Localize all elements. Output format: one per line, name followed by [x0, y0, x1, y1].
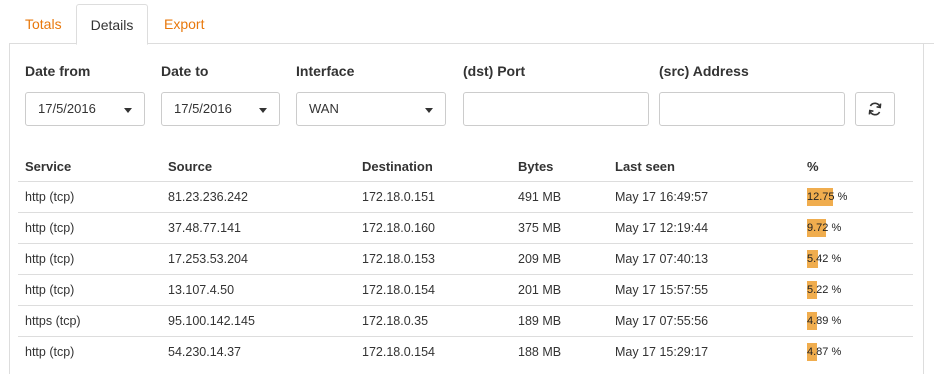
cell-bytes: 375 MB	[518, 221, 562, 235]
percent-value: 12.75	[807, 191, 835, 203]
table-row: http (tcp) 37.48.77.141 172.18.0.160 375…	[18, 213, 913, 244]
date-to-select[interactable]: 17/5/2016	[161, 92, 280, 126]
col-service[interactable]: Service	[25, 159, 71, 174]
percent-suffix: %	[831, 222, 842, 234]
src-address-label: (src) Address	[659, 63, 749, 79]
tab-totals[interactable]: Totals	[25, 4, 62, 45]
date-to-label: Date to	[161, 63, 209, 79]
cell-percent: 12.75 %	[807, 188, 847, 206]
cell-percent: 4.89 %	[807, 312, 841, 330]
col-percent[interactable]: %	[807, 159, 819, 174]
cell-service: http (tcp)	[25, 283, 75, 297]
interface-value: WAN	[309, 101, 339, 116]
tab-bar: Totals Details Export	[9, 0, 934, 45]
col-destination[interactable]: Destination	[362, 159, 433, 174]
cell-percent: 5.42 %	[807, 250, 841, 268]
refresh-button[interactable]	[855, 92, 895, 126]
cell-source: 37.48.77.141	[168, 221, 241, 235]
cell-last-seen: May 17 07:40:13	[615, 252, 709, 266]
interface-label: Interface	[296, 63, 355, 79]
percent-suffix: %	[831, 253, 842, 265]
cell-service: http (tcp)	[25, 252, 75, 266]
percent-value: 5.42	[807, 253, 829, 265]
src-address-input[interactable]	[659, 92, 845, 126]
percent-suffix: %	[831, 315, 842, 327]
cell-percent: 9.72 %	[807, 219, 841, 237]
percent-value: 9.72	[807, 222, 829, 234]
tab-details[interactable]: Details	[76, 4, 148, 45]
percent-value: 4.89	[807, 315, 829, 327]
percent-suffix: %	[831, 346, 842, 358]
cell-bytes: 189 MB	[518, 314, 562, 328]
cell-bytes: 209 MB	[518, 252, 562, 266]
col-last-seen[interactable]: Last seen	[615, 159, 675, 174]
dst-port-input[interactable]	[463, 92, 649, 126]
cell-bytes: 201 MB	[518, 283, 562, 297]
table-row: https (tcp) 95.100.142.145 172.18.0.35 1…	[18, 306, 913, 337]
refresh-icon	[868, 102, 882, 116]
cell-last-seen: May 17 15:29:17	[615, 345, 709, 359]
date-from-label: Date from	[25, 63, 91, 79]
table-row: http (tcp) 54.230.14.37 172.18.0.154 188…	[18, 337, 913, 368]
dst-port-label: (dst) Port	[463, 63, 526, 79]
cell-destination: 172.18.0.154	[362, 283, 435, 297]
date-from-select[interactable]: 17/5/2016	[25, 92, 145, 126]
cell-service: http (tcp)	[25, 190, 75, 204]
cell-last-seen: May 17 12:19:44	[615, 221, 709, 235]
cell-service: https (tcp)	[25, 314, 81, 328]
table-row: http (tcp) 81.23.236.242 172.18.0.151 49…	[18, 182, 913, 213]
table-header: Service Source Destination Bytes Last se…	[18, 150, 913, 182]
cell-destination: 172.18.0.151	[362, 190, 435, 204]
date-to-value: 17/5/2016	[174, 101, 232, 116]
cell-service: http (tcp)	[25, 345, 75, 359]
col-bytes[interactable]: Bytes	[518, 159, 553, 174]
cell-source: 54.230.14.37	[168, 345, 241, 359]
chevron-down-icon	[425, 108, 433, 113]
percent-value: 5.22	[807, 284, 829, 296]
chevron-down-icon	[259, 108, 267, 113]
cell-last-seen: May 17 15:57:55	[615, 283, 709, 297]
cell-last-seen: May 17 16:49:57	[615, 190, 709, 204]
cell-source: 95.100.142.145	[168, 314, 255, 328]
cell-source: 17.253.53.204	[168, 252, 248, 266]
chevron-down-icon	[124, 108, 132, 113]
cell-source: 13.107.4.50	[168, 283, 235, 297]
cell-percent: 5.22 %	[807, 281, 841, 299]
cell-destination: 172.18.0.35	[362, 314, 429, 328]
percent-suffix: %	[837, 191, 848, 203]
cell-bytes: 491 MB	[518, 190, 562, 204]
date-from-value: 17/5/2016	[38, 101, 96, 116]
table-row: http (tcp) 17.253.53.204 172.18.0.153 20…	[18, 244, 913, 275]
interface-select[interactable]: WAN	[296, 92, 446, 126]
cell-service: http (tcp)	[25, 221, 75, 235]
cell-destination: 172.18.0.153	[362, 252, 435, 266]
table-row: http (tcp) 13.107.4.50 172.18.0.154 201 …	[18, 275, 913, 306]
cell-source: 81.23.236.242	[168, 190, 248, 204]
percent-suffix: %	[831, 284, 842, 296]
tab-export[interactable]: Export	[164, 4, 204, 45]
cell-percent: 4.87 %	[807, 343, 841, 361]
percent-value: 4.87	[807, 346, 829, 358]
cell-bytes: 188 MB	[518, 345, 562, 359]
cell-last-seen: May 17 07:55:56	[615, 314, 709, 328]
cell-destination: 172.18.0.160	[362, 221, 435, 235]
cell-destination: 172.18.0.154	[362, 345, 435, 359]
col-source[interactable]: Source	[168, 159, 212, 174]
